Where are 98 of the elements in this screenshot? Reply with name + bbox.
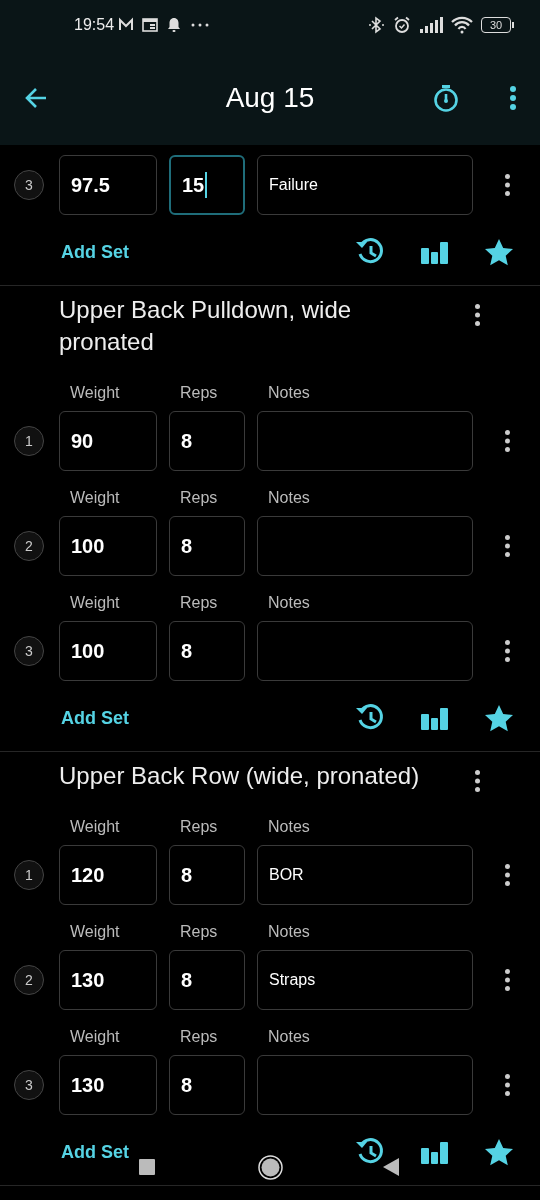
set-number: 1 (14, 860, 44, 890)
home-button[interactable] (258, 1155, 283, 1180)
favorite-button[interactable] (484, 1137, 514, 1167)
bar-chart-icon (421, 706, 448, 730)
set-menu-button[interactable] (505, 430, 510, 452)
alarm-icon (393, 16, 411, 34)
set-number: 3 (14, 1070, 44, 1100)
notes-field[interactable]: BOR (257, 845, 473, 905)
star-icon (484, 237, 514, 267)
field-label: Reps (180, 488, 218, 508)
more-vertical-icon (505, 535, 510, 557)
set-number: 1 (14, 426, 44, 456)
bluetooth-icon (368, 16, 385, 34)
text-cursor (205, 172, 208, 198)
set-number: 3 (14, 170, 44, 200)
field-label: Notes (268, 488, 310, 508)
more-vertical-icon (510, 85, 516, 110)
notes-field[interactable]: Straps (257, 950, 473, 1010)
add-set-button[interactable]: Add Set (61, 1138, 129, 1166)
weight-field[interactable]: 90 (59, 411, 157, 471)
bar-chart-icon (421, 1140, 448, 1164)
field-label: Notes (268, 593, 310, 613)
star-icon (484, 703, 514, 733)
reps-field[interactable]: 8 (169, 411, 245, 471)
add-set-button[interactable]: Add Set (61, 704, 129, 732)
reps-field[interactable]: 8 (169, 1055, 245, 1115)
favorite-button[interactable] (484, 703, 514, 733)
exercise-title: Upper Back Row (wide, pronated) (58, 761, 421, 791)
bell-icon (166, 17, 183, 33)
more-options-button[interactable] (510, 85, 516, 110)
exercise-menu-button[interactable] (475, 770, 480, 792)
calendar-icon (142, 17, 159, 33)
field-label: Weight (70, 383, 120, 403)
field-label: Weight (70, 488, 120, 508)
exercise-title: Upper Back Pulldown, wide pronated (58, 295, 353, 357)
notes-field[interactable] (257, 1055, 473, 1115)
more-vertical-icon (505, 640, 510, 662)
mail-icon (118, 17, 135, 33)
field-label: Notes (268, 1027, 310, 1047)
more-vertical-icon (505, 864, 510, 886)
weight-field[interactable]: 100 (59, 516, 157, 576)
exercise-menu-button[interactable] (475, 304, 480, 326)
more-vertical-icon (505, 969, 510, 991)
stopwatch-icon (432, 83, 460, 112)
field-label: Reps (180, 817, 218, 837)
back-nav-button[interactable] (383, 1158, 399, 1176)
notes-field[interactable] (257, 516, 473, 576)
favorite-button[interactable] (484, 237, 514, 267)
more-vertical-icon (505, 430, 510, 452)
chart-button[interactable] (421, 1140, 448, 1164)
more-vertical-icon (475, 770, 480, 792)
weight-field[interactable]: 130 (59, 950, 157, 1010)
set-number: 3 (14, 636, 44, 666)
add-set-button[interactable]: Add Set (61, 238, 129, 266)
more-vertical-icon (505, 1074, 510, 1096)
field-label: Reps (180, 383, 218, 403)
reps-field[interactable]: 8 (169, 516, 245, 576)
set-menu-button[interactable] (505, 1074, 510, 1096)
set-number: 2 (14, 531, 44, 561)
set-menu-button[interactable] (505, 640, 510, 662)
weight-field[interactable]: 97.5 (59, 155, 157, 215)
notes-field[interactable] (257, 621, 473, 681)
chart-button[interactable] (421, 240, 448, 264)
reps-field[interactable]: 8 (169, 845, 245, 905)
star-icon (484, 1137, 514, 1167)
timer-button[interactable] (432, 83, 460, 112)
more-vertical-icon (505, 174, 510, 196)
clock-time: 19:54 (74, 15, 115, 35)
field-label: Weight (70, 922, 120, 942)
field-label: Reps (180, 922, 218, 942)
wifi-icon (451, 16, 473, 34)
set-menu-button[interactable] (505, 174, 510, 196)
field-label: Reps (180, 593, 218, 613)
field-label: Notes (268, 817, 310, 837)
set-menu-button[interactable] (505, 535, 510, 557)
chart-button[interactable] (421, 706, 448, 730)
bar-chart-icon (421, 240, 448, 264)
more-vertical-icon (475, 304, 480, 326)
battery-indicator: 30 (481, 17, 514, 33)
field-label: Reps (180, 1027, 218, 1047)
signal-icon (419, 17, 443, 33)
notes-field[interactable]: Failure (257, 155, 473, 215)
field-label: Weight (70, 1027, 120, 1047)
field-label: Notes (268, 922, 310, 942)
reps-field[interactable]: 8 (169, 950, 245, 1010)
screen-title: Aug 15 (225, 80, 315, 115)
field-label: Notes (268, 383, 310, 403)
reps-field[interactable]: 8 (169, 621, 245, 681)
set-menu-button[interactable] (505, 864, 510, 886)
field-label: Weight (70, 817, 120, 837)
set-menu-button[interactable] (505, 969, 510, 991)
field-label: Weight (70, 593, 120, 613)
notes-field[interactable] (257, 411, 473, 471)
weight-field[interactable]: 130 (59, 1055, 157, 1115)
weight-field[interactable]: 100 (59, 621, 157, 681)
weight-field[interactable]: 120 (59, 845, 157, 905)
reps-field[interactable]: 15 (169, 155, 245, 215)
set-number: 2 (14, 965, 44, 995)
